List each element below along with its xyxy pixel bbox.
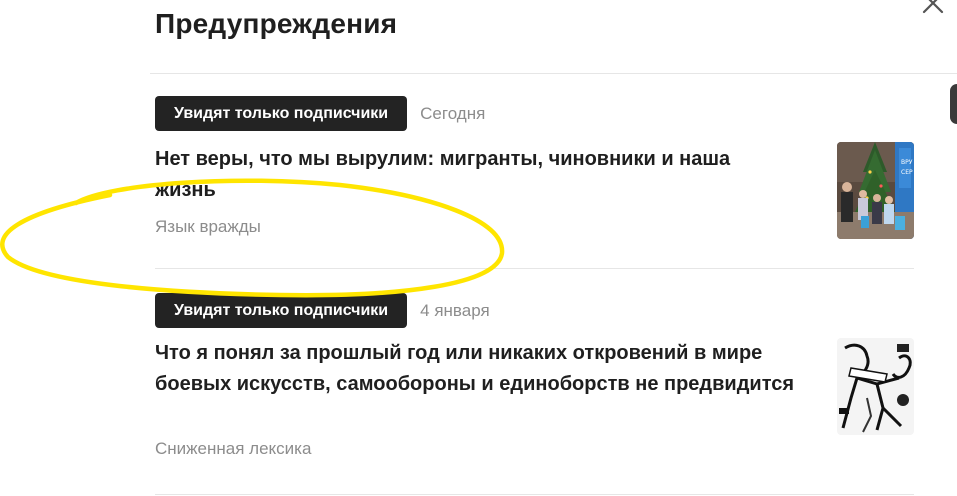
warning-item: Увидят только подписчики Сегодня Нет вер… xyxy=(155,96,915,239)
list-bottom-divider xyxy=(155,494,914,495)
item-meta: Увидят только подписчики 4 января xyxy=(155,293,915,328)
svg-text:СЕР: СЕР xyxy=(901,169,913,176)
item-headline[interactable]: Что я понял за прошлый год или никаких о… xyxy=(155,338,795,400)
item-headline[interactable]: Нет веры, что мы вырулим: мигранты, чино… xyxy=(155,144,795,206)
scrollbar-thumb[interactable] xyxy=(950,84,957,124)
item-reason: Сниженная лексика xyxy=(155,439,312,458)
close-icon xyxy=(922,0,944,14)
subscribers-only-badge: Увидят только подписчики xyxy=(155,293,408,328)
subscribers-only-badge: Увидят только подписчики xyxy=(155,96,408,131)
svg-text:ВРУ: ВРУ xyxy=(901,159,913,166)
header-divider xyxy=(150,73,957,74)
item-thumbnail[interactable] xyxy=(837,338,914,435)
item-reason: Язык вражды xyxy=(155,217,261,236)
warnings-panel: Предупреждения Увидят только подписчики … xyxy=(0,0,957,496)
item-date: 4 января xyxy=(420,300,490,320)
panel-title: Предупреждения xyxy=(155,8,398,39)
item-thumbnail[interactable]: ВРУ СЕР xyxy=(837,142,914,239)
item-divider xyxy=(155,268,914,269)
item-meta: Увидят только подписчики Сегодня xyxy=(155,96,915,131)
photo-thumbnail-image: ВРУ СЕР xyxy=(837,142,914,239)
warning-item: Увидят только подписчики 4 января Что я … xyxy=(155,293,915,458)
comic-thumbnail-image xyxy=(837,338,914,435)
item-date: Сегодня xyxy=(420,103,486,123)
close-button[interactable] xyxy=(918,0,948,18)
